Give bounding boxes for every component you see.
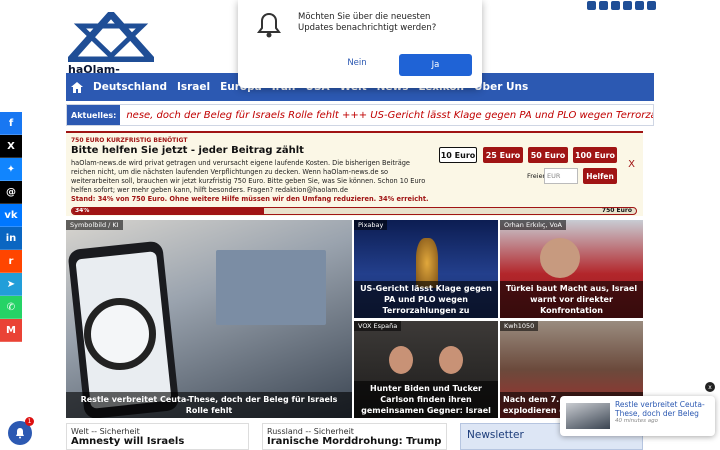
article-headline[interactable]: Hunter Biden und Tucker Carlson finden i… [354, 381, 498, 418]
magnifier-image [84, 298, 156, 370]
donation-close-icon[interactable]: X [628, 159, 635, 170]
telegram-icon[interactable]: ➤ [0, 273, 22, 296]
share-bar: f X ✦ @ vk in r ➤ ✆ M [0, 112, 22, 342]
article-card[interactable]: Pixabay US-Gericht lässt Klage gegen PA … [354, 220, 498, 318]
progress-right-label: 750 Euro [601, 207, 632, 214]
image-credit: Kwh1050 [500, 321, 539, 331]
amount-25-button[interactable]: 25 Euro [483, 147, 523, 163]
ticker-text[interactable]: nese, doch der Beleg für Israels Rolle f… [126, 110, 653, 121]
article-title[interactable]: Iranische Morddrohung: Trump [267, 436, 442, 447]
bell-icon [256, 12, 282, 42]
image-credit: Symbolbild / KI [66, 220, 123, 230]
reddit-icon[interactable]: r [0, 250, 22, 273]
notification-permission-dialog: Möchten Sie über die neuesten Updates be… [238, 0, 482, 88]
amount-10-button[interactable]: 10 Euro [439, 147, 477, 163]
top-social-links [587, 1, 656, 10]
image-credit: Orhan Erkılıç, VoA [500, 220, 566, 230]
amount-100-button[interactable]: 100 Euro [573, 147, 617, 163]
donation-tag: 750 EURO KURZFRISTIG BENÖTIGT [71, 137, 188, 144]
toast-close-icon[interactable]: x [705, 382, 715, 392]
notification-bell-button[interactable]: 1 [8, 417, 34, 445]
bluesky-icon[interactable]: ✦ [0, 158, 22, 181]
whatsapp-icon[interactable]: ✆ [0, 296, 22, 319]
linkedin-icon[interactable]: in [0, 227, 22, 250]
bell-icon [16, 428, 24, 439]
article-category: Welt -- Sicherheit [71, 427, 140, 436]
threads-icon[interactable] [635, 1, 644, 10]
accept-button[interactable]: Ja [399, 54, 472, 76]
article-title[interactable]: Amnesty will Israels [71, 436, 244, 447]
article-card[interactable]: VOX España Hunter Biden und Tucker Carls… [354, 321, 498, 418]
gmail-icon[interactable]: M [0, 319, 22, 342]
toast-thumbnail [566, 403, 610, 429]
vk-icon[interactable]: vk [0, 204, 22, 227]
rss-icon[interactable] [587, 1, 596, 10]
article-headline[interactable]: US-Gericht lässt Klage gegen PA und PLO … [354, 281, 498, 318]
bluesky-icon[interactable] [623, 1, 632, 10]
background-screen-image [216, 250, 326, 325]
article-teaser[interactable]: Welt -- Sicherheit Amnesty will Israels [66, 423, 249, 450]
donation-banner: 750 EURO KURZFRISTIG BENÖTIGT Bitte helf… [66, 131, 643, 216]
article-card-main[interactable]: Symbolbild / KI Restle verbreitet Ceuta-… [66, 220, 352, 418]
person-image [439, 346, 463, 374]
donation-progress-fill [72, 208, 264, 214]
linkedin-icon[interactable] [647, 1, 656, 10]
donation-progress-bar: 34% 750 Euro [71, 207, 637, 215]
decline-button[interactable]: Nein [338, 54, 376, 72]
nav-item-israel[interactable]: Israel [172, 81, 215, 93]
article-headline[interactable]: Türkei baut Macht aus, Israel warnt vor … [500, 281, 643, 318]
article-headline[interactable]: Restle verbreitet Ceuta-These, doch der … [66, 392, 352, 418]
progress-left-label: 34% [75, 207, 90, 214]
donation-heading: Bitte helfen Sie jetzt - jeder Beitrag z… [71, 145, 304, 156]
star-of-david-logo-icon [68, 12, 154, 62]
toast-timestamp: 40 minutes ago [615, 418, 658, 424]
facebook-icon[interactable]: f [0, 112, 22, 135]
speaker-image [540, 238, 580, 278]
article-category: Russland -- Sicherheit [267, 427, 354, 436]
news-ticker: Aktuelles: nese, doch der Beleg für Isra… [66, 104, 654, 126]
ticker-label: Aktuelles: [67, 105, 121, 125]
threads-icon[interactable]: @ [0, 181, 22, 204]
image-credit: VOX España [354, 321, 402, 331]
donation-status: Stand: 34% von 750 Euro. Ohne weitere Hi… [71, 195, 429, 203]
article-toast[interactable]: x Restle verbreitet Ceuta-These, doch de… [560, 382, 715, 436]
x-icon[interactable]: X [0, 135, 22, 158]
article-teaser[interactable]: Russland -- Sicherheit Iranische Morddro… [262, 423, 447, 450]
home-icon[interactable] [66, 73, 88, 101]
x-icon[interactable] [611, 1, 620, 10]
article-card[interactable]: Orhan Erkılıç, VoA Türkei baut Macht aus… [500, 220, 643, 318]
donation-body: haOlam-news.de wird privat getragen und … [71, 159, 426, 194]
notification-count-badge: 1 [25, 417, 34, 426]
toast-title[interactable]: Restle verbreitet Ceuta-These, doch der … [615, 400, 713, 418]
free-amount-input[interactable]: EUR [544, 168, 578, 184]
person-image [389, 346, 413, 374]
amount-50-button[interactable]: 50 Euro [528, 147, 568, 163]
nav-item-deutschland[interactable]: Deutschland [88, 81, 172, 93]
facebook-icon[interactable] [599, 1, 608, 10]
image-credit: Pixabay [354, 220, 388, 230]
dialog-message: Möchten Sie über die neuesten Updates be… [298, 12, 437, 33]
help-button[interactable]: Helfen [583, 168, 617, 184]
